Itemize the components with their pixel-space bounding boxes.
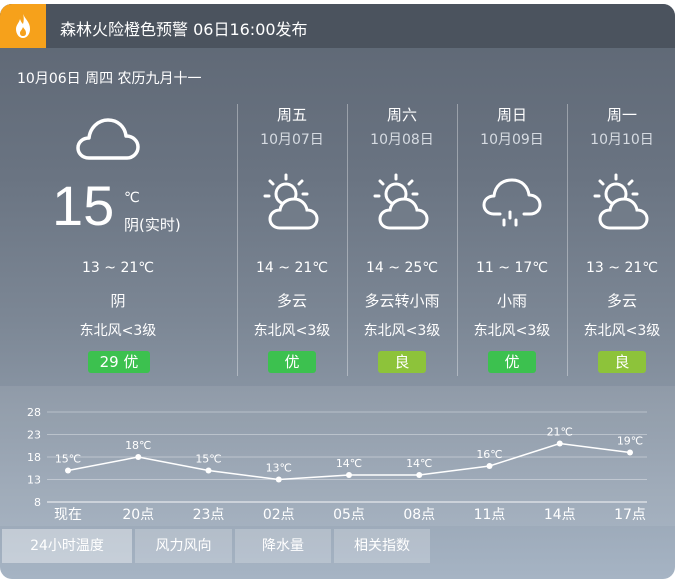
x-tick-label: 08点 <box>403 507 435 523</box>
light-rain-icon <box>482 178 542 227</box>
partly-cloudy-icon <box>373 173 429 230</box>
today-wind: 东北风<3级 <box>79 323 157 339</box>
forecast-wind: 东北风<3级 <box>253 323 331 339</box>
cloud-icon <box>76 118 140 160</box>
forecast-day[interactable]: 周一 10月10日 13 ~ 21℃ 多云 东北风<3级 良 <box>567 104 675 384</box>
forecast-aqi-badge: 良 <box>378 351 426 373</box>
y-tick-label: 8 <box>34 496 41 509</box>
weather-widget: 森林火险橙色预警 06日16:00发布 10月06日 周四 农历九月十一 15 … <box>0 4 675 579</box>
temperature-point-label: 21℃ <box>547 426 573 439</box>
forecast-day[interactable]: 周六 10月08日 14 ~ 25℃ 多云转小雨 东北风<3级 良 <box>347 104 457 384</box>
x-tick-label: 17点 <box>614 507 646 523</box>
today-range: 13 ~ 21℃ <box>82 260 154 276</box>
current-temperature: 15 <box>52 174 115 237</box>
temperature-point <box>65 467 71 474</box>
temperature-point-label: 19℃ <box>617 435 643 448</box>
forecast-wind: 东北风<3级 <box>473 323 551 339</box>
fire-icon <box>0 4 46 48</box>
x-tick-label: 现在 <box>54 507 82 523</box>
temperature-line-chart: 28 23 18 13 8 15℃ 现在 18℃ 20点 15℃ 23点 13℃ 02点 14℃ 05点 14… <box>27 406 647 523</box>
forecast-date: 10月07日 <box>260 132 324 148</box>
current-date: 10月06日 周四 农历九月十一 <box>17 71 202 87</box>
temperature-point <box>275 476 282 483</box>
temperature-point <box>205 467 212 474</box>
y-tick-label: 13 <box>27 474 41 487</box>
forecast-condition: 多云 <box>276 292 307 310</box>
forecast-range: 11 ~ 17℃ <box>476 260 548 276</box>
forecast-range: 14 ~ 25℃ <box>366 260 438 276</box>
temperature-point <box>556 440 563 447</box>
hourly-temperature-chart: 28 23 18 13 8 15℃ 现在 18℃ 20点 15℃ 23点 13℃ 02点 14℃ 05点 14… <box>0 386 675 526</box>
temperature-point-label: 14℃ <box>406 457 432 470</box>
forecast-weekday: 周日 <box>496 106 527 124</box>
forecast-wind: 东北风<3级 <box>363 323 441 339</box>
x-tick-label: 05点 <box>333 507 365 523</box>
x-tick-label: 14点 <box>544 507 576 523</box>
temperature-point-label: 16℃ <box>476 448 502 461</box>
partly-cloudy-icon <box>263 173 319 230</box>
temperature-point <box>627 449 633 456</box>
forecast-condition: 小雨 <box>496 292 527 310</box>
forecast-wind: 东北风<3级 <box>583 323 661 339</box>
today-panel: 15 ℃ 阴(实时) 13 ~ 21℃ 阴 东北风<3级 29 优 <box>0 104 236 384</box>
forecast-aqi-badge: 优 <box>488 351 536 373</box>
temperature-point <box>416 472 423 478</box>
partly-cloudy-icon <box>593 173 649 230</box>
temperature-point <box>346 472 352 478</box>
tab-indices[interactable]: 相关指数 <box>334 529 430 563</box>
x-tick-label: 23点 <box>193 507 225 523</box>
tab-precipitation[interactable]: 降水量 <box>235 529 331 563</box>
tab-24h-temperature[interactable]: 24小时温度 <box>2 529 132 563</box>
forecast-date: 10月09日 <box>480 132 544 148</box>
x-tick-label: 11点 <box>474 507 506 523</box>
forecast-weekday: 周六 <box>386 106 417 124</box>
tab-wind[interactable]: 风力风向 <box>135 529 232 563</box>
y-tick-label: 18 <box>27 451 41 464</box>
alert-bar[interactable]: 森林火险橙色预警 06日16:00发布 <box>0 4 675 48</box>
temperature-unit: ℃ <box>124 190 140 206</box>
current-condition-note: 阴(实时) <box>124 216 181 234</box>
temperature-point <box>135 454 142 460</box>
today-aqi-badge: 29 优 <box>88 351 150 373</box>
x-tick-label: 20点 <box>122 507 154 523</box>
y-tick-label: 28 <box>27 406 41 419</box>
forecast-date: 10月08日 <box>370 132 434 148</box>
forecast-day[interactable]: 周日 10月09日 11 ~ 17℃ 小雨 东北风<3级 优 <box>457 104 567 384</box>
temperature-point-label: 15℃ <box>55 453 81 466</box>
forecast-date: 10月10日 <box>590 132 654 148</box>
forecast-condition: 多云 <box>606 292 637 310</box>
temperature-point-label: 14℃ <box>336 457 362 470</box>
x-tick-label: 02点 <box>263 507 295 523</box>
forecast-weekday: 周五 <box>276 106 307 124</box>
temperature-point-label: 13℃ <box>266 462 292 475</box>
temperature-point-label: 18℃ <box>125 439 151 452</box>
forecast-aqi-badge: 良 <box>598 351 646 373</box>
forecast-day[interactable]: 周五 10月07日 14 ~ 21℃ 多云 东北风<3级 优 <box>237 104 347 384</box>
forecast-weekday: 周一 <box>606 106 637 124</box>
forecast-condition: 多云转小雨 <box>364 292 440 310</box>
forecast-aqi-badge: 优 <box>268 351 316 373</box>
chart-tabs: 24小时温度 风力风向 降水量 相关指数 <box>0 529 675 563</box>
forecast-range: 13 ~ 21℃ <box>586 260 658 276</box>
temperature-point <box>486 463 493 469</box>
today-condition: 阴 <box>110 292 126 310</box>
y-tick-label: 23 <box>27 429 41 442</box>
forecast-range: 14 ~ 21℃ <box>256 260 328 276</box>
alert-text[interactable]: 森林火险橙色预警 06日16:00发布 <box>60 16 308 40</box>
temperature-point-label: 15℃ <box>195 453 221 466</box>
